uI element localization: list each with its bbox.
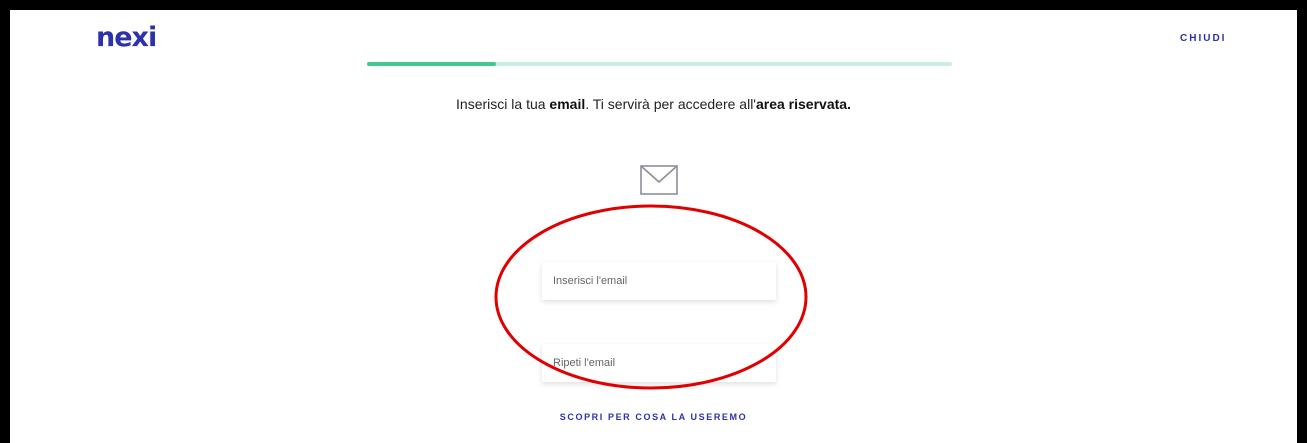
email-input[interactable] bbox=[542, 262, 776, 300]
close-button[interactable]: CHIUDI bbox=[1180, 33, 1226, 44]
nexi-logo[interactable]: nexi bbox=[96, 24, 157, 51]
instruction-email-bold: email bbox=[549, 96, 586, 112]
page-frame: nexi CHIUDI Inserisci la tua email. Ti s… bbox=[10, 10, 1297, 443]
progress-bar bbox=[367, 62, 952, 66]
instruction-part-2: . Ti servirà per accedere all' bbox=[585, 96, 756, 112]
confirm-email-input[interactable] bbox=[542, 344, 776, 382]
discover-usage-link[interactable]: SCOPRI PER COSA LA USEREMO bbox=[10, 412, 1297, 422]
envelope-icon bbox=[640, 165, 678, 195]
instruction-part-1: Inserisci la tua bbox=[456, 96, 550, 112]
instruction-area-bold: area riservata. bbox=[755, 96, 851, 112]
progress-bar-fill bbox=[367, 62, 496, 66]
instruction-text: Inserisci la tua email. Ti servirà per a… bbox=[10, 96, 1297, 112]
